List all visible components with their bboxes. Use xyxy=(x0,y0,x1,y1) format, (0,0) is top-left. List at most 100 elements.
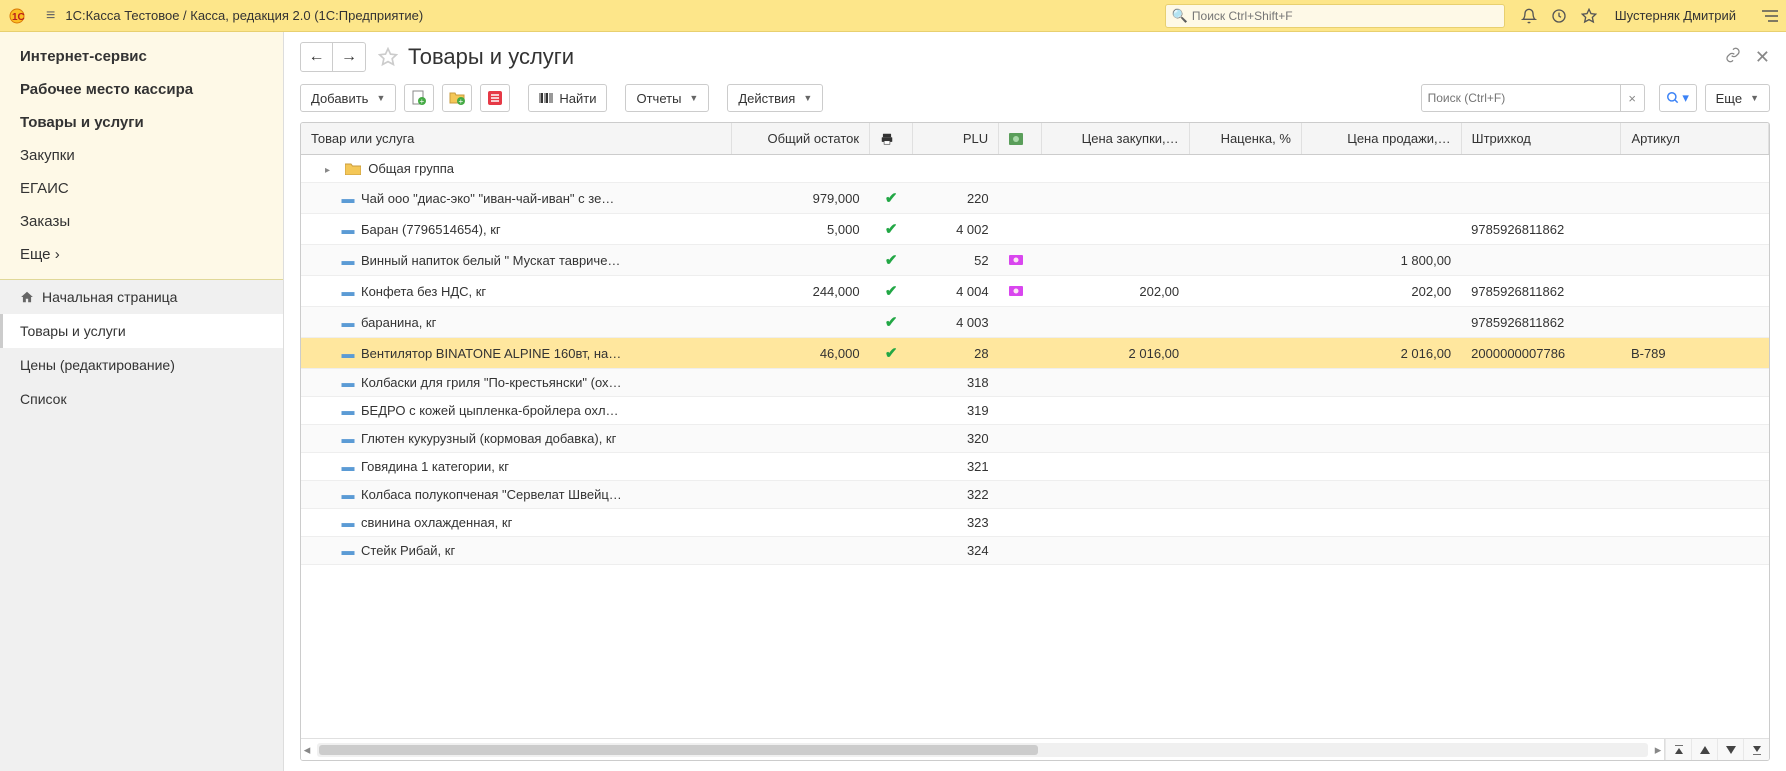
sidebar-item-egais[interactable]: ЕГАИС xyxy=(0,172,283,205)
caret-down-icon: ▼ xyxy=(376,93,385,103)
find-button[interactable]: Найти xyxy=(528,84,607,112)
table-row[interactable]: ▬Колбаски для гриля "По-крестьянски" (ох… xyxy=(301,369,1769,397)
bell-icon[interactable] xyxy=(1521,8,1537,24)
sidebar-item-cashier[interactable]: Рабочее место кассира xyxy=(0,73,283,106)
global-search[interactable]: 🔍 xyxy=(1165,4,1505,28)
table-header-row: Товар или услуга Общий остаток PLU Цена … xyxy=(301,123,1769,155)
barcode-icon xyxy=(539,91,553,105)
col-markup[interactable]: Наценка, % xyxy=(1189,123,1301,155)
global-search-input[interactable] xyxy=(1192,9,1498,23)
create-doc-button[interactable]: + xyxy=(404,84,434,112)
sidebar-item-more[interactable]: Еще › xyxy=(0,238,283,271)
reports-button[interactable]: Отчеты ▼ xyxy=(625,84,709,112)
col-name[interactable]: Товар или услуга xyxy=(301,123,731,155)
table-row[interactable]: ▬баранина, кг✔4 0039785926811862 xyxy=(301,307,1769,338)
row-last-button[interactable] xyxy=(1743,739,1769,761)
page-title: Товары и услуги xyxy=(408,44,1725,70)
reports-label: Отчеты xyxy=(636,91,681,106)
search-clear-button[interactable]: × xyxy=(1621,84,1645,112)
caret-down-icon: ▾ xyxy=(1682,90,1689,106)
content-header: ← → Товары и услуги ✕ xyxy=(284,32,1786,78)
table-row[interactable]: ▬Винный напиток белый " Мускат тавриче…✔… xyxy=(301,245,1769,276)
link-icon[interactable] xyxy=(1725,47,1741,68)
col-sell[interactable]: Цена продажи,… xyxy=(1301,123,1461,155)
app-title: 1С:Касса Тестовое / Касса, редакция 2.0 … xyxy=(65,8,423,23)
more-label: Еще xyxy=(1716,91,1742,106)
red-list-button[interactable] xyxy=(480,84,510,112)
history-icon[interactable] xyxy=(1551,8,1567,24)
menu-icon[interactable]: ≡ xyxy=(46,7,55,25)
scroll-left-icon[interactable]: ◂ xyxy=(301,742,313,758)
app-header: 1С ≡ 1С:Касса Тестовое / Касса, редакция… xyxy=(0,0,1786,32)
user-name[interactable]: Шустерняк Дмитрий xyxy=(1615,8,1736,23)
back-button[interactable]: ← xyxy=(301,43,333,71)
sidebar-item-list[interactable]: Список xyxy=(0,382,283,416)
sidebar-item-orders[interactable]: Заказы xyxy=(0,205,283,238)
logo-1c-icon: 1С xyxy=(8,6,36,26)
table-row[interactable]: ▬Глютен кукурузный (кормовая добавка), к… xyxy=(301,425,1769,453)
expand-icon[interactable]: ▸ xyxy=(325,165,337,176)
more-button[interactable]: Еще ▼ xyxy=(1705,84,1770,112)
sidebar-item-prices[interactable]: Цены (редактирование) xyxy=(0,348,283,382)
sidebar-item-purchases[interactable]: Закупки xyxy=(0,139,283,172)
caret-down-icon: ▼ xyxy=(803,93,812,103)
sidebar-nav-top: Интернет-сервис Рабочее место кассира То… xyxy=(0,32,283,280)
table-group-row[interactable]: ▸ Общая группа xyxy=(301,155,1769,183)
find-label: Найти xyxy=(559,91,596,106)
content: ← → Товары и услуги ✕ Добавить ▼ + xyxy=(284,32,1786,771)
sidebar-item-goods[interactable]: Товары и услуги xyxy=(0,106,283,139)
folder-icon xyxy=(345,161,365,176)
caret-down-icon: ▼ xyxy=(1750,93,1759,103)
svg-text:+: + xyxy=(420,97,425,106)
table-search-input[interactable] xyxy=(1428,91,1614,105)
actions-label: Действия xyxy=(738,91,795,106)
close-icon[interactable]: ✕ xyxy=(1755,47,1770,68)
home-icon xyxy=(20,290,34,304)
sidebar-nav-bottom: Начальная страница Товары и услуги Цены … xyxy=(0,280,283,771)
sidebar: Интернет-сервис Рабочее место кассира То… xyxy=(0,32,284,771)
forward-button[interactable]: → xyxy=(333,43,365,71)
nav-arrows: ← → xyxy=(300,42,366,72)
svg-text:1С: 1С xyxy=(12,12,25,23)
scroll-right-icon[interactable]: ▸ xyxy=(1652,742,1664,758)
sidebar-item-home[interactable]: Начальная страница xyxy=(0,280,283,314)
sidebar-item-internet[interactable]: Интернет-сервис xyxy=(0,40,283,73)
svg-text:+: + xyxy=(459,97,464,106)
caret-down-icon: ▼ xyxy=(689,93,698,103)
star-icon[interactable] xyxy=(1581,8,1597,24)
table-row[interactable]: ▬Говядина 1 категории, кг321 xyxy=(301,453,1769,481)
toolbar: Добавить ▼ + + Найти Отчеты ▼ xyxy=(284,78,1786,122)
table-footer: ◂ ▸ xyxy=(301,738,1769,760)
favorite-star-icon[interactable] xyxy=(378,47,398,67)
actions-button[interactable]: Действия ▼ xyxy=(727,84,823,112)
col-plu[interactable]: PLU xyxy=(913,123,999,155)
col-money-icon[interactable] xyxy=(999,123,1042,155)
col-barcode[interactable]: Штрихкод xyxy=(1461,123,1621,155)
create-folder-button[interactable]: + xyxy=(442,84,472,112)
row-first-button[interactable] xyxy=(1665,739,1691,761)
table-row[interactable]: ▬свинина охлажденная, кг323 xyxy=(301,509,1769,537)
row-up-button[interactable] xyxy=(1691,739,1717,761)
col-stock[interactable]: Общий остаток xyxy=(731,123,869,155)
search-execute-button[interactable]: ▾ xyxy=(1659,84,1697,112)
search-icon: 🔍 xyxy=(1172,8,1188,24)
table-search[interactable] xyxy=(1421,84,1621,112)
table-row[interactable]: ▬Чай ооо "диас-эко" "иван-чай-иван" с зе… xyxy=(301,183,1769,214)
sidebar-item-label: Начальная страница xyxy=(42,289,177,305)
add-label: Добавить xyxy=(311,91,368,106)
table-row[interactable]: ▬Колбаса полукопченая "Сервелат Швейц…32… xyxy=(301,481,1769,509)
group-label: Общая группа xyxy=(368,161,454,176)
table-row[interactable]: ▬БЕДРО с кожей цыпленка-бройлера охл…319 xyxy=(301,397,1769,425)
col-article[interactable]: Артикул xyxy=(1621,123,1769,155)
row-down-button[interactable] xyxy=(1717,739,1743,761)
settings-lines-icon[interactable] xyxy=(1762,9,1778,23)
add-button[interactable]: Добавить ▼ xyxy=(300,84,396,112)
table-row[interactable]: ▬Вентилятор BINATONE ALPINE 160вт, на…46… xyxy=(301,338,1769,369)
sidebar-item-goods-open[interactable]: Товары и услуги xyxy=(0,314,283,348)
table-row[interactable]: ▬Стейк Рибай, кг324 xyxy=(301,537,1769,565)
table-row[interactable]: ▬Конфета без НДС, кг244,000✔4 004202,002… xyxy=(301,276,1769,307)
col-printer-icon[interactable] xyxy=(870,123,913,155)
table-row[interactable]: ▬Баран (7796514654), кг5,000✔4 002978592… xyxy=(301,214,1769,245)
col-buy[interactable]: Цена закупки,… xyxy=(1042,123,1189,155)
h-scrollbar[interactable] xyxy=(317,743,1648,757)
